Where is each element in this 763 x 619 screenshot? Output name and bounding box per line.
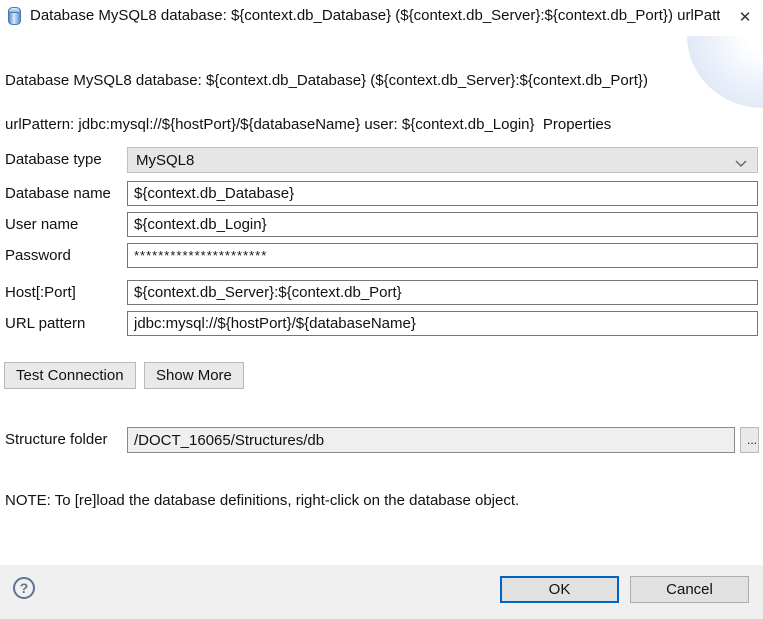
cancel-button[interactable]: Cancel [630, 576, 749, 603]
banner-line2: urlPattern: jdbc:mysql://${hostPort}/${d… [5, 116, 611, 133]
user-name-label: User name [5, 212, 78, 237]
browse-button[interactable]: ... [740, 427, 759, 453]
user-name-input[interactable] [127, 212, 758, 237]
footer-bar: ? OK Cancel [0, 565, 763, 619]
database-name-input[interactable] [127, 181, 758, 206]
connection-buttons: Test Connection Show More [4, 362, 763, 389]
dialog-title: Database MySQL8 database: ${context.db_D… [30, 7, 720, 24]
note-text: NOTE: To [re]load the database definitio… [5, 492, 519, 509]
banner-curve-decoration [687, 36, 763, 108]
database-icon [8, 7, 21, 25]
banner-line1: Database MySQL8 database: ${context.db_D… [5, 72, 648, 89]
password-label: Password [5, 243, 71, 268]
password-input[interactable] [127, 243, 758, 268]
chevron-down-icon [735, 155, 747, 172]
url-pattern-input[interactable] [127, 311, 758, 336]
database-type-label: Database type [5, 147, 102, 173]
close-icon[interactable]: ✕ [733, 5, 757, 29]
host-port-input[interactable] [127, 280, 758, 305]
url-pattern-label: URL pattern [5, 311, 85, 336]
test-connection-button[interactable]: Test Connection [4, 362, 136, 389]
host-port-label: Host[:Port] [5, 280, 76, 305]
show-more-button[interactable]: Show More [144, 362, 244, 389]
database-name-label: Database name [5, 181, 111, 206]
structure-folder-input[interactable] [127, 427, 735, 453]
header-banner: Database MySQL8 database: ${context.db_D… [0, 32, 763, 130]
database-type-value: MySQL8 [136, 152, 194, 169]
database-properties-dialog: Database MySQL8 database: ${context.db_D… [0, 0, 763, 619]
database-type-select[interactable]: MySQL8 [127, 147, 758, 173]
titlebar: Database MySQL8 database: ${context.db_D… [0, 0, 763, 32]
structure-folder-label: Structure folder [5, 427, 108, 453]
ok-button[interactable]: OK [500, 576, 619, 603]
banner-description: Database MySQL8 database: ${context.db_D… [5, 70, 665, 136]
help-icon[interactable]: ? [13, 577, 35, 599]
